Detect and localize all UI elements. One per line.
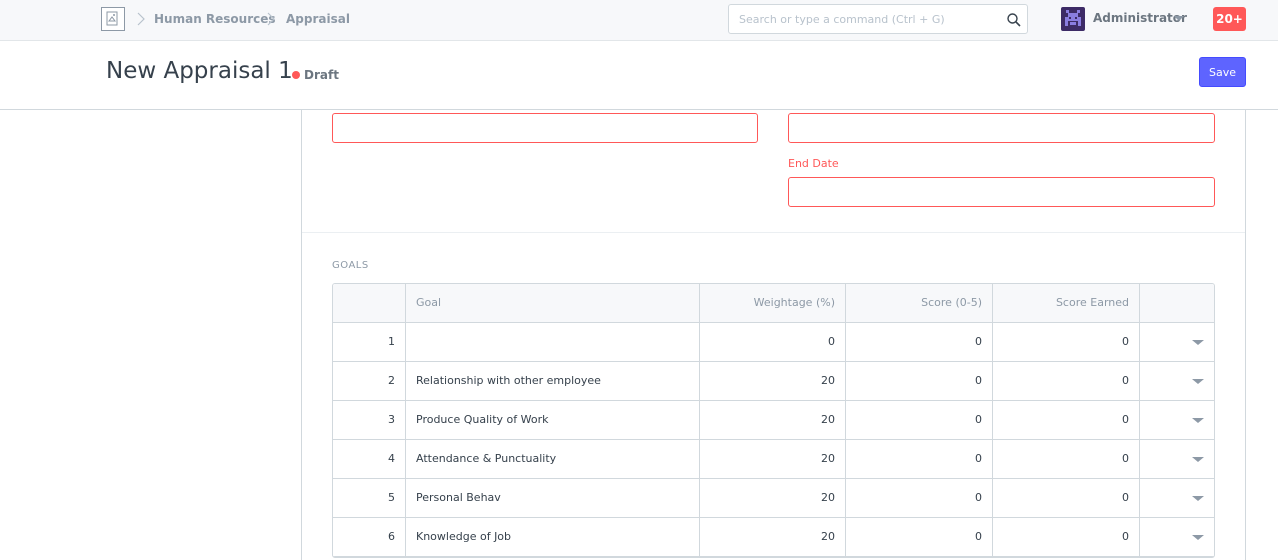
header-goal: Goal	[406, 284, 700, 322]
weightage-cell[interactable]: 20	[700, 440, 846, 478]
score-cell[interactable]: 0	[846, 362, 993, 400]
left-field-input[interactable]	[332, 113, 758, 143]
chevron-right-icon	[137, 12, 145, 26]
end-date-input[interactable]	[788, 177, 1215, 207]
header-actions	[1140, 284, 1214, 322]
goal-cell[interactable]: Personal Behav	[406, 479, 700, 517]
breadcrumb-appraisal[interactable]: Appraisal	[286, 12, 350, 26]
score-cell[interactable]: 0	[846, 440, 993, 478]
header-score: Score (0-5)	[846, 284, 993, 322]
header-weightage: Weightage (%)	[700, 284, 846, 322]
row-actions[interactable]	[1140, 362, 1214, 400]
weightage-cell[interactable]: 20	[700, 479, 846, 517]
save-button[interactable]: Save	[1199, 57, 1246, 87]
table-row[interactable]: 4 Attendance & Punctuality 20 0 0	[333, 440, 1214, 479]
section-divider	[302, 232, 1245, 233]
navbar: Human Resources Appraisal Administrator …	[0, 0, 1278, 41]
chevron-down-icon[interactable]	[1192, 379, 1204, 384]
row-index: 3	[333, 401, 406, 439]
goal-cell[interactable]: Attendance & Punctuality	[406, 440, 700, 478]
row-index: 2	[333, 362, 406, 400]
goal-cell[interactable]: Produce Quality of Work	[406, 401, 700, 439]
search-input[interactable]	[729, 5, 999, 33]
chevron-down-icon[interactable]	[1192, 340, 1204, 345]
section-title-goals: GOALS	[332, 260, 369, 271]
notification-badge[interactable]: 20+	[1213, 7, 1246, 31]
goal-cell[interactable]	[406, 323, 700, 361]
page-title: New Appraisal 1	[106, 58, 293, 84]
table-row[interactable]: 1 0 0 0	[333, 323, 1214, 362]
row-index: 1	[333, 323, 406, 361]
row-actions[interactable]	[1140, 401, 1214, 439]
score-cell[interactable]: 0	[846, 479, 993, 517]
score-earned-cell: 0	[993, 401, 1140, 439]
chevron-down-icon[interactable]	[1192, 418, 1204, 423]
table-header-row: Goal Weightage (%) Score (0-5) Score Ear…	[333, 284, 1214, 323]
breadcrumb-human-resources[interactable]: Human Resources	[154, 12, 276, 26]
weightage-cell[interactable]: 20	[700, 518, 846, 556]
row-actions[interactable]	[1140, 323, 1214, 361]
user-menu-name[interactable]: Administrator	[1093, 11, 1187, 25]
table-row[interactable]: 6 Knowledge of Job 20 0 0	[333, 518, 1214, 557]
row-index: 5	[333, 479, 406, 517]
weightage-cell[interactable]: 20	[700, 401, 846, 439]
start-date-input[interactable]	[788, 113, 1215, 143]
search-box	[728, 4, 1028, 34]
score-earned-cell: 0	[993, 362, 1140, 400]
table-row[interactable]: 5 Personal Behav 20 0 0	[333, 479, 1214, 518]
row-index: 6	[333, 518, 406, 556]
weightage-cell[interactable]: 0	[700, 323, 846, 361]
status-indicator-icon	[292, 71, 300, 79]
end-date-label: End Date	[788, 157, 839, 170]
header-score-earned: Score Earned	[993, 284, 1140, 322]
row-actions[interactable]	[1140, 440, 1214, 478]
chevron-right-icon	[267, 12, 275, 26]
chevron-down-icon[interactable]	[1174, 16, 1184, 21]
chevron-down-icon[interactable]	[1192, 457, 1204, 462]
score-cell[interactable]: 0	[846, 401, 993, 439]
table-row[interactable]: 2 Relationship with other employee 20 0 …	[333, 362, 1214, 401]
search-icon[interactable]	[1006, 12, 1022, 28]
score-earned-cell: 0	[993, 518, 1140, 556]
score-cell[interactable]: 0	[846, 518, 993, 556]
app-logo-icon[interactable]	[101, 7, 125, 31]
row-actions[interactable]	[1140, 479, 1214, 517]
score-earned-cell: 0	[993, 323, 1140, 361]
chevron-down-icon[interactable]	[1192, 496, 1204, 501]
chevron-down-icon[interactable]	[1192, 535, 1204, 540]
weightage-cell[interactable]: 20	[700, 362, 846, 400]
goals-table: Goal Weightage (%) Score (0-5) Score Ear…	[332, 283, 1215, 558]
form-body: End Date GOALS Goal Weightage (%) Score …	[301, 110, 1246, 560]
status-badge: Draft	[304, 68, 339, 82]
row-index: 4	[333, 440, 406, 478]
score-cell[interactable]: 0	[846, 323, 993, 361]
goal-cell[interactable]: Relationship with other employee	[406, 362, 700, 400]
page-head: New Appraisal 1 Draft Save	[0, 41, 1278, 110]
goal-cell[interactable]: Knowledge of Job	[406, 518, 700, 556]
score-earned-cell: 0	[993, 440, 1140, 478]
row-actions[interactable]	[1140, 518, 1214, 556]
avatar[interactable]	[1061, 7, 1085, 31]
table-row[interactable]: 3 Produce Quality of Work 20 0 0	[333, 401, 1214, 440]
header-index	[333, 284, 406, 322]
score-earned-cell: 0	[993, 479, 1140, 517]
